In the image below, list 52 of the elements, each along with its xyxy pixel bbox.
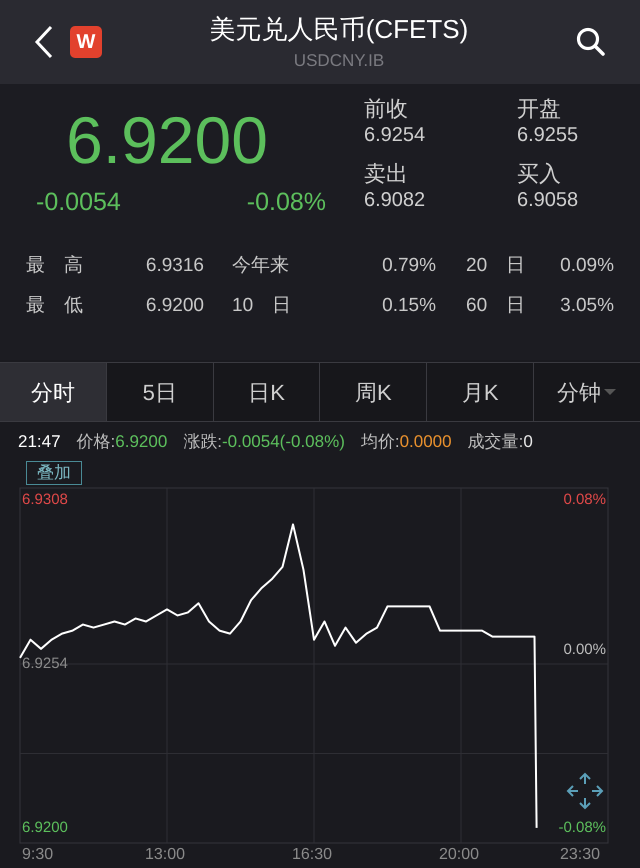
time-axis-label: 16:30 [292, 846, 332, 864]
percent-change: -0.08% [246, 187, 326, 218]
stat-value: 6.9200 [146, 294, 204, 318]
quote-label: 卖出 [364, 161, 409, 187]
app-logo: W [70, 26, 102, 58]
quote-label: 买入 [517, 161, 562, 187]
percent-axis-label: 0.08% [563, 491, 606, 510]
overlay-button[interactable]: 叠加 [26, 461, 82, 485]
time-axis-label: 13:00 [145, 846, 186, 864]
stat-label: 60 日 [466, 294, 526, 318]
time-axis-label: 20:00 [439, 846, 480, 864]
quote-value: 6.9058 [517, 188, 580, 213]
info-item: 价格:6.9200 [76, 431, 168, 454]
stat-value: 3.05% [560, 294, 614, 318]
time-axis-label: 9:30 [22, 846, 54, 864]
expand-arrows-icon[interactable] [566, 772, 604, 810]
stat-label: 最 低 [26, 294, 83, 318]
stat-value: 0.79% [382, 254, 436, 278]
info-item: 均价:0.0000 [360, 431, 452, 454]
stat-label: 今年来 [232, 254, 289, 278]
search-icon[interactable] [576, 27, 606, 57]
price-change: -0.0054 [36, 187, 121, 218]
percent-axis-label: 0.00% [563, 640, 606, 659]
price-axis-label: 6.9254 [22, 654, 68, 673]
quote-value: 6.9254 [364, 123, 426, 148]
current-price: 6.9200 [66, 102, 268, 178]
chart-tab[interactable]: 5日 [106, 363, 214, 421]
info-item: 涨跌:-0.0054(-0.08%) [183, 431, 345, 454]
quote-value: 6.9082 [364, 188, 426, 213]
info-time: 21:47 [18, 431, 61, 454]
stat-label: 20 日 [466, 254, 526, 278]
info-item: 成交量:0 [468, 431, 533, 454]
quote-label: 前收 [364, 96, 409, 122]
symbol-code: USDCNY.IB [294, 50, 384, 72]
stat-value: 0.09% [560, 254, 614, 278]
stat-label: 最 高 [26, 254, 83, 278]
chart-tab[interactable]: 月K [427, 363, 534, 421]
chart-tab[interactable]: 分钟 [534, 363, 640, 421]
percent-axis-label: -0.08% [558, 818, 606, 837]
quote-label: 开盘 [517, 96, 562, 122]
stat-value: 6.9316 [146, 254, 204, 278]
quote-value: 6.9255 [517, 123, 580, 148]
chart-tab[interactable]: 分时 [0, 363, 107, 421]
back-icon[interactable] [34, 25, 54, 59]
stat-label: 10 日 [232, 294, 292, 318]
price-axis-label: 6.9308 [22, 491, 68, 510]
time-axis-label: 23:30 [560, 846, 600, 864]
window-title: 美元兑人民币(CFETS) [210, 13, 468, 46]
price-axis-label: 6.9200 [22, 818, 68, 837]
chart-tab[interactable]: 日K [214, 363, 320, 421]
stat-value: 0.15% [382, 294, 436, 318]
chart-tab[interactable]: 周K [320, 363, 428, 421]
